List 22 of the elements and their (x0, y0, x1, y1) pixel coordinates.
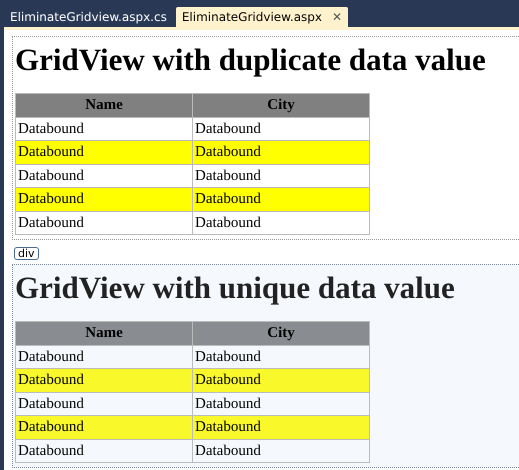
column-header: Name (16, 94, 192, 118)
table-cell: Databound (16, 188, 192, 212)
table-cell: Databound (192, 140, 370, 164)
heading: GridView with duplicate data value (15, 43, 487, 78)
table-cell: Databound (192, 439, 370, 463)
column-header: City (192, 322, 370, 346)
table-cell: Databound (16, 368, 192, 392)
column-header: City (192, 94, 370, 118)
document-tab[interactable]: EliminateGridview.aspx.cs (4, 7, 173, 27)
table-cell: Databound (192, 188, 370, 212)
element-tag[interactable]: div (14, 247, 39, 260)
table-cell: Databound (192, 416, 370, 440)
table-cell: Databound (192, 368, 370, 392)
table-cell: Databound (16, 140, 192, 164)
table-cell: Databound (192, 211, 370, 235)
close-icon[interactable]: ✕ (332, 9, 342, 25)
table-cell: Databound (16, 439, 192, 463)
table-cell: Databound (16, 211, 192, 235)
document-tab[interactable]: EliminateGridview.aspx ✕ (176, 7, 348, 27)
table-cell: Databound (16, 416, 192, 440)
column-header: Name (16, 322, 192, 346)
heading: GridView with unique data value (15, 271, 456, 306)
